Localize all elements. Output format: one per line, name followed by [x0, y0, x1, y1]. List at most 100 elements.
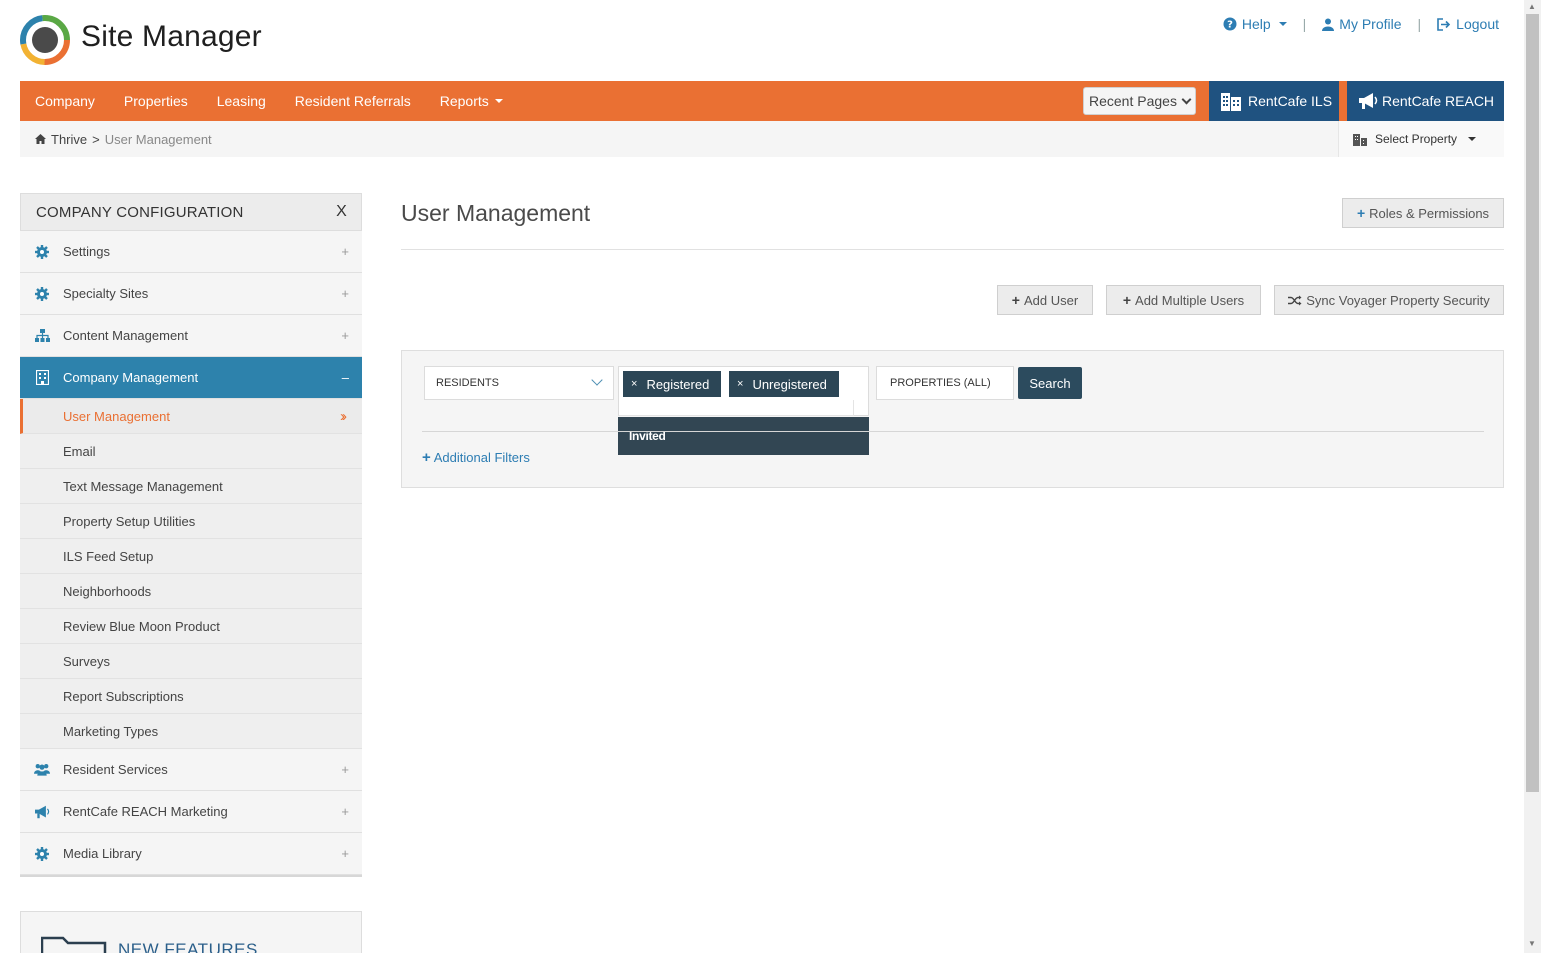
breadcrumb-root[interactable]: Thrive [51, 132, 87, 147]
sidebar-subitem-marketing-types[interactable]: Marketing Types [20, 714, 362, 749]
roles-permissions-label: Roles & Permissions [1369, 205, 1490, 221]
sidebar-item-media-library[interactable]: Media Library + [20, 833, 362, 875]
svg-text:?: ? [1227, 20, 1233, 31]
expand-toggle[interactable]: + [341, 244, 349, 259]
double-chevron-right-icon: ›› [340, 407, 347, 425]
brand-title: Site Manager [81, 20, 262, 53]
status-multiselect[interactable]: × Registered × Unregistered [618, 366, 869, 416]
title-divider [401, 249, 1504, 250]
tag-remove-icon[interactable]: × [737, 378, 743, 390]
tag-label: Registered [646, 376, 710, 392]
sidebar-subitem-report-subscriptions[interactable]: Report Subscriptions [20, 679, 362, 714]
nav-resident-referrals[interactable]: Resident Referrals [295, 93, 411, 109]
sitemap-icon [34, 328, 50, 344]
sidebar-subitem-neighborhoods[interactable]: Neighborhoods [20, 574, 362, 609]
sidebar-item-content-management[interactable]: Content Management + [20, 315, 362, 357]
tag-unregistered: × Unregistered [729, 371, 839, 397]
nav-leasing[interactable]: Leasing [217, 93, 266, 109]
filter-divider [422, 431, 1484, 432]
nav-company[interactable]: Company [35, 93, 95, 109]
sidebar-item-rentcafe-reach-marketing[interactable]: RentCafe REACH Marketing + [20, 791, 362, 833]
logout-link[interactable]: Logout [1437, 16, 1499, 32]
additional-filters-label: Additional Filters [433, 450, 530, 465]
select-property-dropdown[interactable]: Select Property [1338, 121, 1504, 157]
dropdown-option-invited[interactable]: Invited [618, 417, 869, 455]
sidebar-subitem-property-setup-utilities[interactable]: Property Setup Utilities [20, 504, 362, 539]
user-type-select[interactable]: RESIDENTS [424, 366, 614, 400]
sidebar-item-label: Company Management [63, 370, 199, 385]
expand-toggle[interactable]: + [341, 762, 349, 777]
chevron-down-icon [494, 99, 503, 103]
home-icon[interactable] [35, 134, 46, 144]
gear-icon [34, 286, 50, 302]
sidebar-item-specialty-sites[interactable]: Specialty Sites + [20, 273, 362, 315]
scrollbar-thumb[interactable] [1526, 14, 1539, 792]
expand-toggle[interactable]: + [341, 804, 349, 819]
my-profile-label: My Profile [1339, 16, 1402, 32]
expand-toggle[interactable]: + [341, 286, 349, 301]
sidebar-subitem-user-management[interactable]: User Management ›› [20, 399, 362, 434]
add-user-button[interactable]: + Add User [997, 285, 1093, 315]
filter-panel: RESIDENTS × Registered × Unregistered In… [401, 350, 1504, 488]
sidebar-subitem-review-blue-moon-product[interactable]: Review Blue Moon Product [20, 609, 362, 644]
tag-label: Unregistered [752, 376, 827, 392]
company-configuration-sidebar: COMPANY CONFIGURATION X Settings + Speci… [20, 193, 362, 877]
scroll-up-icon[interactable]: ▲ [1528, 3, 1536, 11]
users-icon [34, 762, 50, 778]
sidebar-subitem-text-message-management[interactable]: Text Message Management [20, 469, 362, 504]
expand-toggle[interactable]: + [341, 328, 349, 343]
sidebar-item-settings[interactable]: Settings + [20, 231, 362, 273]
add-multiple-users-button[interactable]: + Add Multiple Users [1106, 285, 1261, 315]
collapse-toggle[interactable]: – [342, 370, 349, 385]
sidebar-subitem-ils-feed-setup[interactable]: ILS Feed Setup [20, 539, 362, 574]
user-icon [1322, 18, 1335, 31]
recent-pages-label: Recent Pages [1089, 93, 1177, 109]
tag-remove-icon[interactable]: × [631, 378, 637, 390]
nav-reports[interactable]: Reports [440, 93, 503, 109]
recent-pages-dropdown[interactable]: Recent Pages [1083, 87, 1196, 115]
scroll-down-icon[interactable]: ▼ [1528, 940, 1536, 948]
expand-toggle[interactable]: + [341, 846, 349, 861]
megaphone-icon [34, 804, 50, 820]
sidebar-item-resident-services[interactable]: Resident Services + [20, 749, 362, 791]
separator: | [1302, 16, 1307, 32]
sidebar-subitem-surveys[interactable]: Surveys [20, 644, 362, 679]
chevron-down-icon [1181, 94, 1192, 105]
rentcafe-reach-button[interactable]: RentCafe REACH [1347, 81, 1504, 121]
question-circle-icon: ? [1223, 17, 1237, 31]
sidebar-close-button[interactable]: X [336, 203, 347, 221]
plus-icon: + [1011, 292, 1020, 308]
folder-icon [41, 936, 107, 953]
rentcafe-ils-button[interactable]: RentCafe ILS [1209, 81, 1339, 121]
chevron-down-icon [591, 374, 603, 386]
sidebar-subitem-email[interactable]: Email [20, 434, 362, 469]
search-button[interactable]: Search [1018, 367, 1082, 399]
roles-permissions-button[interactable]: + Roles & Permissions [1342, 198, 1504, 228]
vertical-scrollbar[interactable]: ▲ ▼ [1524, 0, 1541, 953]
breadcrumb-current: User Management [104, 131, 212, 147]
help-label: Help [1241, 16, 1271, 32]
sidebar-item-company-management[interactable]: Company Management – [20, 357, 362, 399]
sidebar-item-label: Resident Services [63, 762, 168, 777]
sync-voyager-button[interactable]: Sync Voyager Property Security [1274, 285, 1504, 315]
properties-select[interactable]: PROPERTIES (ALL) [876, 366, 1014, 400]
new-features-panel[interactable]: NEW FEATURES [20, 911, 362, 953]
plus-icon: + [1356, 205, 1366, 221]
select-property-label: Select Property [1375, 132, 1458, 146]
multiselect-search-input[interactable] [619, 400, 854, 416]
top-links: ? Help | My Profile | Logout [1223, 16, 1499, 32]
building-icon [34, 370, 50, 386]
nav-reports-label: Reports [439, 93, 489, 109]
main-navigation: Company Properties Leasing Resident Refe… [20, 81, 1504, 121]
gear-icon [34, 846, 50, 862]
help-menu[interactable]: ? Help [1223, 16, 1287, 32]
additional-filters-link[interactable]: + Additional Filters [422, 449, 530, 466]
my-profile-link[interactable]: My Profile [1322, 16, 1402, 32]
tag-registered: × Registered [623, 371, 722, 397]
buildings-icon [1221, 93, 1241, 111]
add-multiple-users-label: Add Multiple Users [1135, 292, 1245, 308]
nav-properties[interactable]: Properties [124, 93, 188, 109]
breadcrumb-separator: > [92, 131, 100, 147]
page-title: User Management [401, 200, 591, 226]
plus-icon: + [422, 449, 431, 466]
